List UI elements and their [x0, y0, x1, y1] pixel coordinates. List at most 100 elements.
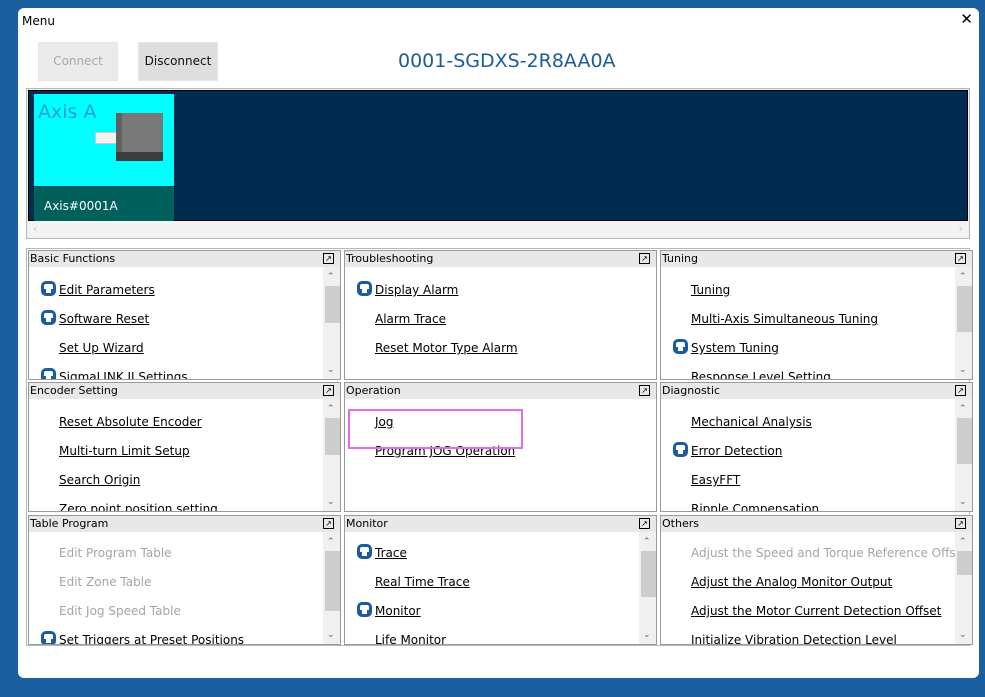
panel-scrollbar[interactable]: ⌃ ⌄	[323, 399, 340, 511]
panel-header: Operation ↗	[345, 383, 656, 399]
panel-header: Encoder Setting ↗	[29, 383, 340, 399]
menu-item-response-level-setting[interactable]: Response Level Setting	[691, 370, 831, 379]
menu-item-error-detection[interactable]: Error Detection	[691, 444, 782, 458]
panel-header: Table Program ↗	[29, 516, 340, 532]
menu-item-real-time-trace[interactable]: Real Time Trace	[375, 575, 470, 589]
scroll-up-icon[interactable]: ⌃	[327, 537, 335, 547]
menu-item-set-triggers[interactable]: Set Triggers at Preset Positions	[59, 633, 244, 644]
scroll-thumb[interactable]	[957, 286, 972, 332]
panel-item-list: Display Alarm Alarm Trace Reset Motor Ty…	[345, 267, 656, 379]
popout-icon[interactable]: ↗	[323, 518, 334, 529]
scroll-thumb[interactable]	[957, 551, 972, 575]
save-icon	[41, 631, 56, 644]
save-icon	[357, 281, 372, 296]
axis-card-header: Axis A	[34, 94, 174, 186]
menu-item-alarm-trace[interactable]: Alarm Trace	[375, 312, 446, 326]
scroll-up-icon[interactable]: ⌃	[327, 404, 335, 414]
menu-item-reset-absolute-encoder[interactable]: Reset Absolute Encoder	[59, 415, 202, 429]
scroll-thumb[interactable]	[325, 551, 340, 611]
axis-list: Axis A Axis#0001A	[28, 90, 968, 221]
function-panel-grid: Basic Functions ↗ Edit Parameters Softwa…	[26, 248, 973, 646]
panel-scrollbar[interactable]: ⌃ ⌄	[955, 267, 972, 379]
panel-item-list: Reset Absolute Encoder Multi-turn Limit …	[29, 399, 323, 511]
panel-item-list: Trace Real Time Trace Monitor Life Monit…	[345, 532, 639, 644]
scroll-down-icon[interactable]: ⌄	[959, 630, 967, 640]
menu-item-easyfft[interactable]: EasyFFT	[691, 473, 740, 487]
panel-title: Basic Functions	[30, 252, 116, 265]
menu-item-sigmalink-settings[interactable]: SigmaLINK II Settings	[59, 370, 188, 379]
connect-button[interactable]: Connect	[38, 42, 118, 81]
menu-item-display-alarm[interactable]: Display Alarm	[375, 283, 458, 297]
scroll-thumb[interactable]	[641, 551, 656, 597]
panel-title: Encoder Setting	[30, 384, 118, 397]
axis-horizontal-scrollbar[interactable]: ‹ ›	[28, 221, 968, 237]
axis-id: Axis#0001A	[34, 186, 174, 221]
menu-item-multi-axis-tuning[interactable]: Multi-Axis Simultaneous Tuning	[691, 312, 878, 326]
menu-item-set-up-wizard[interactable]: Set Up Wizard	[59, 341, 144, 355]
menu-item-ripple-compensation[interactable]: Ripple Compensation	[691, 502, 819, 511]
scroll-left-icon[interactable]: ‹	[33, 222, 37, 235]
scroll-thumb[interactable]	[325, 418, 340, 455]
menu-item-zero-point-position-setting[interactable]: Zero point position setting	[59, 502, 218, 511]
menu-item-initialize-vibration-detection[interactable]: Initialize Vibration Detection Level	[691, 633, 897, 644]
scroll-right-icon[interactable]: ›	[959, 222, 963, 235]
scroll-down-icon[interactable]: ⌄	[327, 630, 335, 640]
menu-item-adjust-speed-torque-offset: Adjust the Speed and Torque Reference Of…	[691, 546, 955, 560]
scroll-down-icon[interactable]: ⌄	[959, 497, 967, 507]
panel-item-list: Edit Program Table Edit Zone Table Edit …	[29, 532, 323, 644]
scroll-down-icon[interactable]: ⌄	[327, 497, 335, 507]
popout-icon[interactable]: ↗	[955, 518, 966, 529]
popout-icon[interactable]: ↗	[323, 253, 334, 264]
scroll-down-icon[interactable]: ⌄	[327, 365, 335, 375]
scroll-up-icon[interactable]: ⌃	[327, 272, 335, 282]
menu-item-trace[interactable]: Trace	[375, 546, 407, 560]
panel-scrollbar[interactable]: ⌃ ⌄	[955, 399, 972, 511]
menu-item-tuning[interactable]: Tuning	[691, 283, 730, 297]
panel-item-list: Mechanical Analysis Error Detection Easy…	[661, 399, 955, 511]
popout-icon[interactable]: ↗	[639, 518, 650, 529]
scroll-thumb[interactable]	[957, 418, 972, 464]
scroll-up-icon[interactable]: ⌃	[643, 537, 651, 547]
close-icon[interactable]: ✕	[960, 10, 973, 28]
scroll-thumb[interactable]	[325, 286, 340, 323]
menu-item-system-tuning[interactable]: System Tuning	[691, 341, 779, 355]
menu-item-multi-turn-limit-setup[interactable]: Multi-turn Limit Setup	[59, 444, 190, 458]
panel-scrollbar[interactable]: ⌃ ⌄	[955, 532, 972, 644]
panel-troubleshooting: Troubleshooting ↗ Display Alarm Alarm Tr…	[344, 250, 657, 380]
save-icon	[357, 602, 372, 617]
menu-item-adjust-analog-monitor-output[interactable]: Adjust the Analog Monitor Output	[691, 575, 892, 589]
scroll-up-icon[interactable]: ⌃	[959, 404, 967, 414]
panel-table-program: Table Program ↗ Edit Program Table Edit …	[28, 515, 341, 645]
panel-header: Monitor ↗	[345, 516, 656, 532]
menu-item-edit-parameters[interactable]: Edit Parameters	[59, 283, 155, 297]
axis-card[interactable]: Axis A Axis#0001A	[34, 94, 174, 221]
menu-item-life-monitor[interactable]: Life Monitor	[375, 633, 446, 644]
device-title: 0001-SGDXS-2R8AA0A	[398, 50, 616, 72]
scroll-up-icon[interactable]: ⌃	[959, 537, 967, 547]
panel-title: Operation	[346, 384, 401, 397]
menu-item-mechanical-analysis[interactable]: Mechanical Analysis	[691, 415, 812, 429]
popout-icon[interactable]: ↗	[639, 253, 650, 264]
menu-item-reset-motor-type-alarm[interactable]: Reset Motor Type Alarm	[375, 341, 518, 355]
panel-diagnostic: Diagnostic ↗ Mechanical Analysis Error D…	[660, 382, 973, 512]
popout-icon[interactable]: ↗	[639, 385, 650, 396]
menu-item-search-origin[interactable]: Search Origin	[59, 473, 140, 487]
scroll-down-icon[interactable]: ⌄	[959, 365, 967, 375]
panel-others: Others ↗ Adjust the Speed and Torque Ref…	[660, 515, 973, 645]
menu-item-software-reset[interactable]: Software Reset	[59, 312, 149, 326]
panel-scrollbar[interactable]: ⌃ ⌄	[323, 532, 340, 644]
scroll-up-icon[interactable]: ⌃	[959, 272, 967, 282]
window-title: Menu	[22, 14, 55, 28]
save-icon	[673, 442, 688, 457]
panel-header: Troubleshooting ↗	[345, 251, 656, 267]
disconnect-button[interactable]: Disconnect	[138, 42, 218, 81]
popout-icon[interactable]: ↗	[323, 385, 334, 396]
panel-scrollbar[interactable]: ⌃ ⌄	[323, 267, 340, 379]
scroll-down-icon[interactable]: ⌄	[643, 630, 651, 640]
popout-icon[interactable]: ↗	[955, 385, 966, 396]
popout-icon[interactable]: ↗	[955, 253, 966, 264]
panel-scrollbar[interactable]: ⌃ ⌄	[639, 532, 656, 644]
menu-item-monitor[interactable]: Monitor	[375, 604, 421, 618]
menu-item-adjust-motor-current-offset[interactable]: Adjust the Motor Current Detection Offse…	[691, 604, 941, 618]
panel-basic-functions: Basic Functions ↗ Edit Parameters Softwa…	[28, 250, 341, 380]
